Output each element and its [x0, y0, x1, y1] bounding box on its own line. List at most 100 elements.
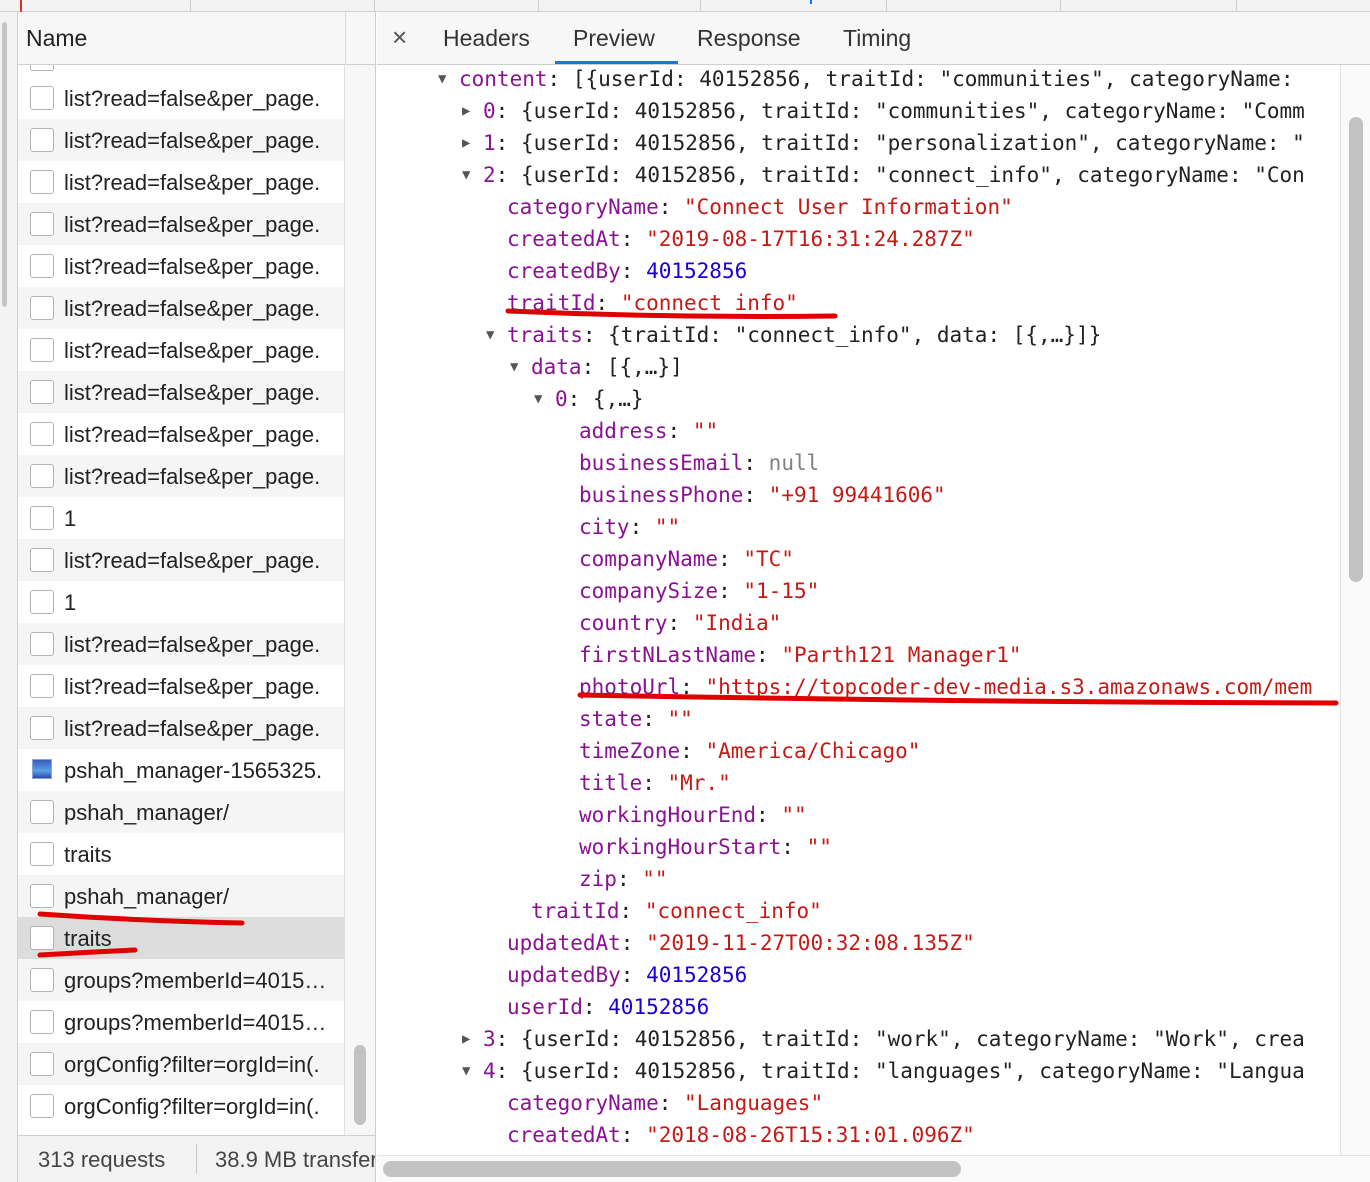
- json-line[interactable]: companySize: "1-15": [579, 575, 819, 607]
- collapse-triangle-icon[interactable]: ▼: [534, 383, 542, 415]
- request-row[interactable]: list?read=false&per_page.: [18, 413, 344, 455]
- json-key: traitId: [507, 291, 596, 315]
- recording-indicator: [20, 0, 22, 12]
- request-row[interactable]: list?read=false&per_page.: [18, 287, 344, 329]
- request-row[interactable]: list?read=false&per_page.: [18, 455, 344, 497]
- json-line[interactable]: content: [{userId: 40152856, traitId: "c…: [459, 65, 1306, 95]
- expand-triangle-icon[interactable]: ▶: [462, 95, 470, 127]
- request-row[interactable]: traits: [18, 917, 344, 959]
- tab-response[interactable]: Response: [697, 25, 801, 52]
- request-row[interactable]: list?read=false&per_page.: [18, 707, 344, 749]
- json-line[interactable]: 3: {userId: 40152856, traitId: "work", c…: [483, 1023, 1305, 1055]
- json-line[interactable]: businessPhone: "+91 99441606": [579, 479, 946, 511]
- request-list-scrollbar[interactable]: [344, 65, 375, 1135]
- json-line[interactable]: updatedBy: 40152856: [507, 959, 747, 991]
- request-name: list?read=false&per_page.: [64, 632, 321, 657]
- json-line[interactable]: createdAt: "2018-08-26T15:31:01.096Z": [507, 1119, 975, 1151]
- json-line[interactable]: 1: {userId: 40152856, traitId: "personal…: [483, 127, 1305, 159]
- json-line[interactable]: firstNLastName: "Parth121 Manager1": [579, 639, 1022, 671]
- file-icon: [30, 506, 54, 530]
- request-row[interactable]: pshah_manager/: [18, 791, 344, 833]
- preview-vertical-scrollbar[interactable]: [1340, 65, 1370, 1155]
- request-name: pshah_manager/: [64, 800, 230, 825]
- request-row[interactable]: groups?memberId=4015…: [18, 959, 344, 1001]
- request-row[interactable]: list?read=false&per_page.: [18, 623, 344, 665]
- gutter-scrollbar[interactable]: [2, 22, 7, 307]
- request-name: list?read=false&per_page.: [64, 254, 321, 279]
- file-icon: [30, 254, 54, 278]
- json-line[interactable]: state: "": [579, 703, 693, 735]
- json-line[interactable]: workingHourStart: "": [579, 831, 832, 863]
- json-line[interactable]: categoryName: "Languages": [507, 1087, 823, 1119]
- request-row[interactable]: pshah_manager-1565325.: [18, 749, 344, 791]
- json-value: :: [756, 803, 782, 827]
- tab-preview[interactable]: Preview: [573, 25, 655, 52]
- json-line[interactable]: address: "": [579, 415, 718, 447]
- collapse-triangle-icon[interactable]: ▼: [438, 65, 446, 95]
- preview-horizontal-scrollbar[interactable]: [377, 1155, 1370, 1182]
- tab-timing[interactable]: Timing: [843, 25, 911, 52]
- json-line[interactable]: updatedAt: "2019-11-27T00:32:08.135Z": [507, 927, 975, 959]
- close-icon[interactable]: ×: [392, 22, 407, 53]
- json-line[interactable]: workingHourEnd: "": [579, 799, 807, 831]
- scrollbar-thumb[interactable]: [354, 1045, 366, 1125]
- json-line[interactable]: title: "Mr.": [579, 767, 731, 799]
- request-row[interactable]: 1: [18, 581, 344, 623]
- collapse-triangle-icon[interactable]: ▼: [486, 319, 494, 351]
- collapse-triangle-icon[interactable]: ▼: [462, 1055, 470, 1087]
- request-row[interactable]: orgConfig?filter=orgId=in(.: [18, 1043, 344, 1085]
- json-line[interactable]: zip: "": [579, 863, 668, 895]
- left-gutter: [0, 12, 18, 1182]
- request-row[interactable]: traits: [18, 833, 344, 875]
- request-row[interactable]: pshah_manager/: [18, 875, 344, 917]
- request-row[interactable]: list?read=false&per_page.: [18, 665, 344, 707]
- file-icon: [30, 632, 54, 656]
- json-line[interactable]: companyName: "TC": [579, 543, 794, 575]
- json-line[interactable]: 4: {userId: 40152856, traitId: "language…: [483, 1055, 1305, 1087]
- json-line[interactable]: photoUrl: "https://topcoder-dev-media.s3…: [579, 671, 1312, 703]
- request-row[interactable]: 1: [18, 497, 344, 539]
- json-key: content: [459, 67, 548, 91]
- json-line[interactable]: traits: {traitId: "connect_info", data: …: [507, 319, 1101, 351]
- request-row[interactable]: list?read=false&per_page.: [18, 161, 344, 203]
- request-row[interactable]: groups?memberId=4015…: [18, 1001, 344, 1043]
- horizontal-scrollbar-thumb[interactable]: [383, 1161, 961, 1177]
- json-line[interactable]: city: "": [579, 511, 680, 543]
- json-line[interactable]: 0: {userId: 40152856, traitId: "communit…: [483, 95, 1305, 127]
- json-line[interactable]: createdAt: "2019-08-17T16:31:24.287Z": [507, 223, 975, 255]
- request-name: list?read=false&per_page.: [64, 674, 321, 699]
- json-line[interactable]: traitId: "connect_info": [507, 287, 798, 319]
- json-key: updatedBy: [507, 963, 621, 987]
- json-line[interactable]: data: [{,…}]: [531, 351, 683, 383]
- json-line[interactable]: categoryName: "Connect User Information": [507, 191, 1013, 223]
- request-row[interactable]: list?read=false&per_page.: [18, 119, 344, 161]
- collapse-triangle-icon[interactable]: ▼: [510, 351, 518, 383]
- json-line[interactable]: traitId: "connect_info": [531, 895, 822, 927]
- request-row[interactable]: list?read=false&per_page.: [18, 77, 344, 119]
- json-line[interactable]: 2: {userId: 40152856, traitId: "connect_…: [483, 159, 1305, 191]
- json-value: "Parth121 Manager1": [781, 643, 1022, 667]
- json-line[interactable]: businessEmail: null: [579, 447, 819, 479]
- vertical-scrollbar-thumb[interactable]: [1349, 117, 1363, 582]
- json-key: state: [579, 707, 643, 731]
- request-row[interactable]: list?read=false&per_page.: [18, 329, 344, 371]
- request-row[interactable]: list?read=false&per_page.: [18, 371, 344, 413]
- tab-headers[interactable]: Headers: [443, 25, 530, 52]
- request-row[interactable]: list?read=false&per_page.: [18, 539, 344, 581]
- json-line[interactable]: 0: {,…}: [555, 383, 644, 415]
- request-row[interactable]: list?read=false&per_page.: [18, 245, 344, 287]
- json-key: 1: [483, 131, 496, 155]
- partial-checkbox: [30, 65, 54, 71]
- name-column-header[interactable]: Name: [18, 12, 375, 65]
- request-row[interactable]: orgConfig?filter=orgId=in(.: [18, 1085, 344, 1127]
- json-value: "connect_info": [644, 899, 822, 923]
- json-line[interactable]: userId: 40152856: [507, 991, 709, 1023]
- collapse-triangle-icon[interactable]: ▼: [462, 159, 470, 191]
- json-line[interactable]: timeZone: "America/Chicago": [579, 735, 920, 767]
- request-row[interactable]: list?read=false&per_page.: [18, 203, 344, 245]
- json-line[interactable]: createdBy: 40152856: [507, 255, 747, 287]
- json-key: timeZone: [579, 739, 681, 763]
- expand-triangle-icon[interactable]: ▶: [462, 1023, 470, 1055]
- json-line[interactable]: country: "India": [579, 607, 781, 639]
- expand-triangle-icon[interactable]: ▶: [462, 127, 470, 159]
